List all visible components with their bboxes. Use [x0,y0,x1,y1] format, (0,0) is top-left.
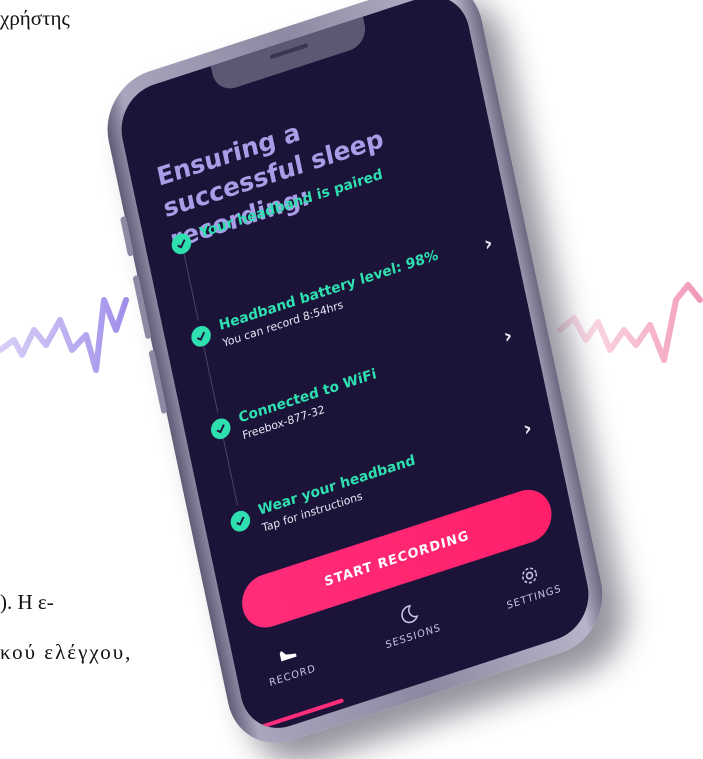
sleep-figure-icon [279,650,297,662]
gear-icon [521,567,538,584]
tab-record[interactable]: RECORD [233,626,346,698]
active-tab-indicator [257,698,344,730]
check-icon [169,230,194,257]
chevron-right-icon[interactable]: › [501,322,514,348]
check-icon [209,415,233,442]
tab-sessions[interactable]: SESSIONS [354,587,467,659]
tab-label: RECORD [268,663,317,690]
moon-icon [401,605,419,624]
chevron-right-icon[interactable]: › [482,230,495,256]
check-icon [228,508,252,535]
chevron-right-icon[interactable]: › [521,415,534,441]
check-icon [189,323,213,350]
tab-label: SESSIONS [384,622,443,652]
tab-label: SETTINGS [505,583,563,612]
speaker-grille [269,43,309,60]
tab-settings[interactable]: SETTINGS [475,548,588,620]
